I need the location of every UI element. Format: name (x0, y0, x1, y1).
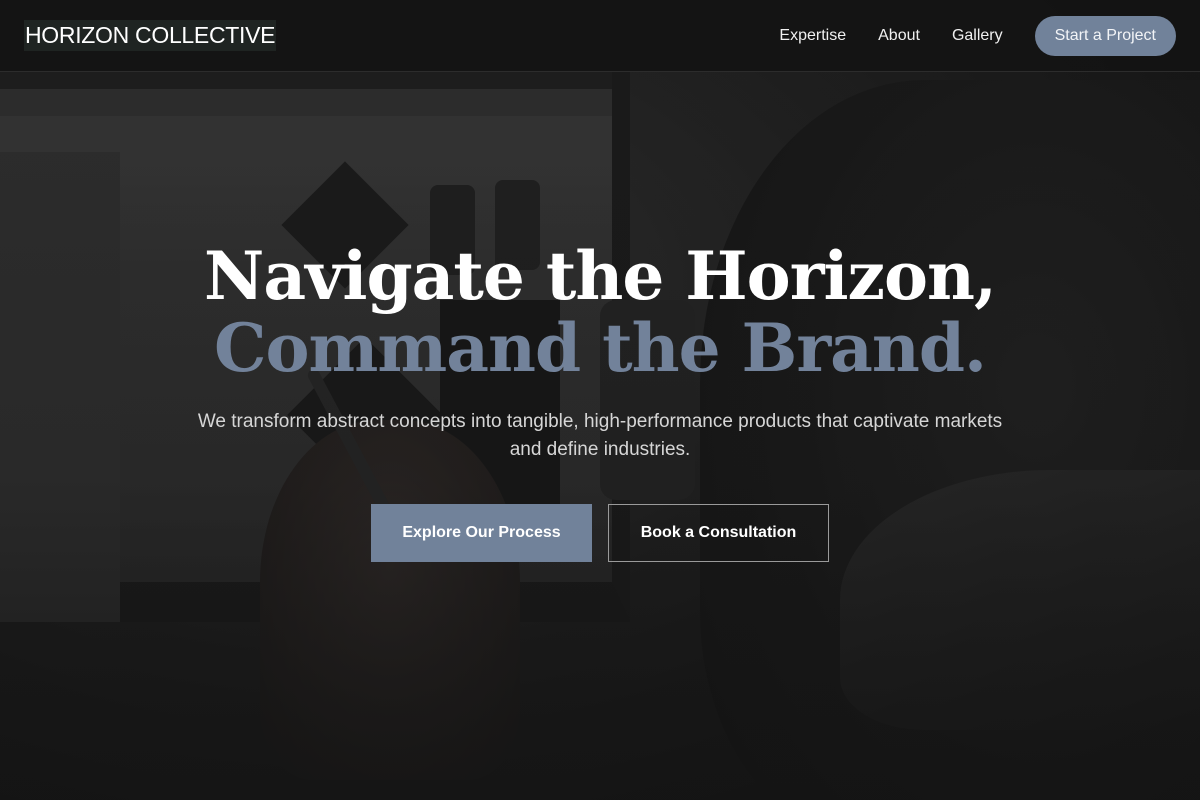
nav-link-expertise[interactable]: Expertise (779, 27, 846, 45)
site-header: HORIZON COLLECTIVE Expertise About Galle… (0, 0, 1200, 72)
hero-title-line2: Command the Brand. (214, 309, 987, 387)
book-consultation-button[interactable]: Book a Consultation (608, 504, 829, 562)
main-nav: Expertise About Gallery Start a Project (747, 15, 1176, 56)
nav-link-about[interactable]: About (878, 27, 920, 45)
hero-section: Navigate the Horizon, Command the Brand.… (0, 240, 1200, 562)
hero-subtitle: We transform abstract concepts into tang… (197, 411, 1003, 460)
nav-link-gallery[interactable]: Gallery (952, 27, 1003, 45)
brand-logo[interactable]: HORIZON COLLECTIVE (24, 20, 277, 51)
hero-actions: Explore Our Process Book a Consultation (0, 504, 1200, 562)
hero-title: Navigate the Horizon, Command the Brand. (0, 240, 1200, 384)
hero-title-line1: Navigate the Horizon, (203, 237, 997, 315)
explore-process-button[interactable]: Explore Our Process (371, 504, 592, 562)
start-project-button[interactable]: Start a Project (1034, 15, 1176, 56)
